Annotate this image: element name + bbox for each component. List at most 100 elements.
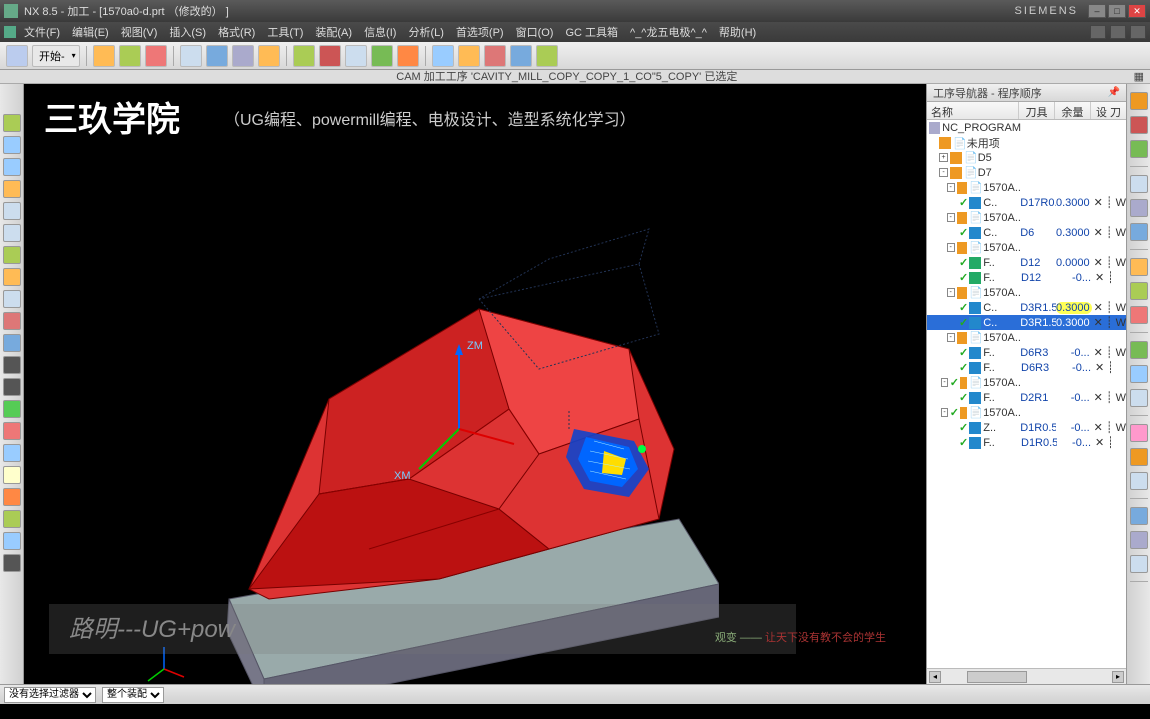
tree-row[interactable]: ✓F..D6R3-0...✕ ┊ W: [927, 345, 1126, 360]
menu-item[interactable]: 视图(V): [115, 22, 164, 42]
viewport-3d[interactable]: 三玖学院 （UG编程、powermill编程、电极设计、造型系统化学习）: [24, 84, 926, 684]
toolbar-icon[interactable]: [206, 45, 228, 67]
toolbar-icon[interactable]: [258, 45, 280, 67]
menu-item[interactable]: 帮助(H): [713, 22, 762, 42]
toolbar-icon[interactable]: [458, 45, 480, 67]
tree-row[interactable]: ✓Z..D1R0.5-0...✕ ┊ W: [927, 420, 1126, 435]
right-tool-icon[interactable]: [1130, 282, 1148, 300]
col-name[interactable]: 名称: [927, 102, 1019, 119]
menu-item[interactable]: 插入(S): [163, 22, 212, 42]
left-tool-icon[interactable]: [3, 466, 21, 484]
assembly-select[interactable]: 整个装配: [102, 687, 164, 703]
gateway-icon[interactable]: [6, 45, 28, 67]
tree-row[interactable]: -📄D7: [927, 165, 1126, 180]
right-tool-icon[interactable]: [1130, 365, 1148, 383]
tree-row[interactable]: ✓F..D6R3-0...✕ ┊: [927, 360, 1126, 375]
right-tool-icon[interactable]: [1130, 116, 1148, 134]
tree-row[interactable]: -📄1570A..: [927, 180, 1126, 195]
col-tool[interactable]: 刀具: [1019, 102, 1055, 119]
tree-row[interactable]: ✓F..D12-0...✕ ┊: [927, 270, 1126, 285]
right-tool-icon[interactable]: [1130, 223, 1148, 241]
left-tool-icon[interactable]: [3, 378, 21, 396]
toolbar-icon[interactable]: [93, 45, 115, 67]
left-tool-icon[interactable]: [3, 290, 21, 308]
left-tool-icon[interactable]: [3, 400, 21, 418]
doc-restore-button[interactable]: [1110, 25, 1126, 39]
tree-row[interactable]: 📄未用项: [927, 135, 1126, 150]
left-tool-icon[interactable]: [3, 488, 21, 506]
left-tool-icon[interactable]: [3, 136, 21, 154]
start-dropdown[interactable]: 开始-: [32, 45, 80, 67]
left-tool-icon[interactable]: [3, 554, 21, 572]
menu-item[interactable]: ^_^龙五电极^_^: [624, 22, 713, 42]
left-tool-icon[interactable]: [3, 202, 21, 220]
tree-row[interactable]: ✓F..D120.0000✕ ┊ W: [927, 255, 1126, 270]
right-tool-icon[interactable]: [1130, 424, 1148, 442]
menu-item[interactable]: 格式(R): [212, 22, 261, 42]
left-tool-icon[interactable]: [3, 158, 21, 176]
left-tool-icon[interactable]: [3, 268, 21, 286]
tree-row[interactable]: -📄1570A..: [927, 210, 1126, 225]
toolbar-icon[interactable]: [536, 45, 558, 67]
tree-row[interactable]: -📄1570A..: [927, 330, 1126, 345]
left-tool-icon[interactable]: [3, 356, 21, 374]
right-tool-icon[interactable]: [1130, 199, 1148, 217]
column-headers[interactable]: 名称 刀具 余量 设 刀: [927, 102, 1126, 120]
tree-row[interactable]: ✓C..D3R1.50.3000✕ ┊ W: [927, 315, 1126, 330]
left-tool-icon[interactable]: [3, 532, 21, 550]
right-tool-icon[interactable]: [1130, 306, 1148, 324]
menu-item[interactable]: 窗口(O): [510, 22, 560, 42]
menu-item[interactable]: 分析(L): [402, 22, 449, 42]
menu-item[interactable]: 工具(T): [261, 22, 309, 42]
left-tool-icon[interactable]: [3, 224, 21, 242]
left-tool-icon[interactable]: [3, 422, 21, 440]
right-tool-icon[interactable]: [1130, 531, 1148, 549]
toolbar-icon[interactable]: [371, 45, 393, 67]
maximize-button[interactable]: □: [1108, 4, 1126, 18]
right-tool-icon[interactable]: [1130, 389, 1148, 407]
left-tool-icon[interactable]: [3, 180, 21, 198]
left-tool-icon[interactable]: [3, 444, 21, 462]
pin-icon[interactable]: 📌: [1108, 87, 1120, 98]
left-tool-icon[interactable]: [3, 334, 21, 352]
right-tool-icon[interactable]: [1130, 448, 1148, 466]
tree-row[interactable]: +📄D5: [927, 150, 1126, 165]
tree-row[interactable]: ✓F..D2R1-0...✕ ┊ W: [927, 390, 1126, 405]
right-tool-icon[interactable]: [1130, 472, 1148, 490]
tree-row[interactable]: -📄1570A..: [927, 240, 1126, 255]
close-button[interactable]: ✕: [1128, 4, 1146, 18]
right-tool-icon[interactable]: [1130, 92, 1148, 110]
toolbar-icon[interactable]: [180, 45, 202, 67]
left-tool-icon[interactable]: [3, 312, 21, 330]
left-tool-icon[interactable]: [3, 510, 21, 528]
toolbar-icon[interactable]: [293, 45, 315, 67]
toolbar-icon[interactable]: [119, 45, 141, 67]
left-tool-icon[interactable]: [3, 114, 21, 132]
toolbar-icon[interactable]: [432, 45, 454, 67]
tree-row[interactable]: -✓📄1570A..: [927, 405, 1126, 420]
tree-row[interactable]: -✓📄1570A..: [927, 375, 1126, 390]
tree-row[interactable]: ✓C..D3R1.50.3000✕ ┊ W: [927, 300, 1126, 315]
toolbar-icon[interactable]: [232, 45, 254, 67]
doc-minimize-button[interactable]: [1090, 25, 1106, 39]
tree-row[interactable]: ✓C..D60.3000✕ ┊ W: [927, 225, 1126, 240]
tree-row[interactable]: ✓F..D1R0.5-0...✕ ┊: [927, 435, 1126, 450]
toolbar-icon[interactable]: [345, 45, 367, 67]
menu-item[interactable]: 首选项(P): [450, 22, 510, 42]
toolbar-icon[interactable]: [484, 45, 506, 67]
tree-row[interactable]: ✓C..D17R0.80.3000✕ ┊ W: [927, 195, 1126, 210]
right-tool-icon[interactable]: [1130, 555, 1148, 573]
col-remainder[interactable]: 余量: [1055, 102, 1091, 119]
right-tool-icon[interactable]: [1130, 258, 1148, 276]
h-scrollbar[interactable]: ◂ ▸: [927, 668, 1126, 684]
right-tool-icon[interactable]: [1130, 175, 1148, 193]
tree-row[interactable]: NC_PROGRAM: [927, 120, 1126, 135]
menu-item[interactable]: 文件(F): [18, 22, 66, 42]
toolbar-icon[interactable]: [319, 45, 341, 67]
toolbar-icon[interactable]: [510, 45, 532, 67]
left-tool-icon[interactable]: [3, 246, 21, 264]
right-tool-icon[interactable]: [1130, 341, 1148, 359]
operation-tree[interactable]: NC_PROGRAM📄未用项+📄D5-📄D7-📄1570A..✓C..D17R0…: [927, 120, 1126, 668]
col-extra[interactable]: 设 刀: [1091, 102, 1126, 119]
toolbar-icon[interactable]: [145, 45, 167, 67]
